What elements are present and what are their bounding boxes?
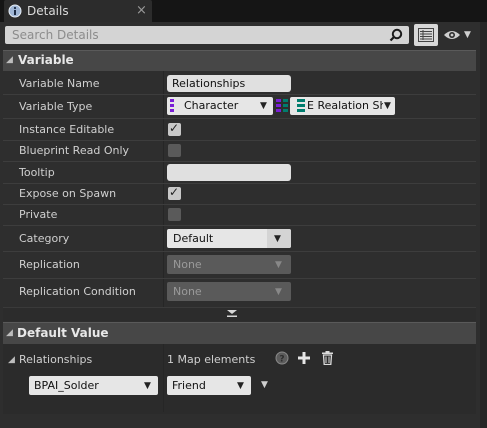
variable-name-field[interactable]: Relationships xyxy=(167,75,291,92)
instance-editable-checkbox[interactable]: ✓ xyxy=(168,121,181,136)
blueprint-read-only-checkbox[interactable] xyxy=(168,144,181,157)
scrollbar[interactable] xyxy=(480,22,487,428)
map-type-icon[interactable] xyxy=(276,98,288,114)
map-value-dropdown[interactable]: Friend ▼ xyxy=(167,376,251,395)
view-options-caret-icon[interactable]: ▼ xyxy=(464,30,471,40)
category-value: Default xyxy=(173,232,214,245)
property-matrix-button[interactable] xyxy=(414,24,438,46)
element-options-caret-icon[interactable]: ▼ xyxy=(261,380,268,390)
replication-dropdown[interactable]: None ▼ xyxy=(167,255,291,274)
add-element-icon[interactable] xyxy=(298,352,310,364)
value-type-value: E Realation Ship xyxy=(307,99,383,112)
row-separator xyxy=(3,94,476,95)
trash-icon[interactable] xyxy=(321,351,334,365)
expand-relationships-icon[interactable]: ◢ xyxy=(8,355,15,365)
svg-text:?: ? xyxy=(279,355,284,365)
collapse-default-value-icon[interactable]: ◢ xyxy=(6,328,13,338)
column-divider[interactable] xyxy=(163,344,164,412)
category-label: Category xyxy=(19,232,70,245)
advanced-expander[interactable] xyxy=(3,307,476,321)
replication-condition-dropdown[interactable]: None ▼ xyxy=(167,282,291,301)
row-separator xyxy=(3,225,476,226)
relationships-label: Relationships xyxy=(19,353,93,366)
search-placeholder: Search Details xyxy=(12,28,99,42)
row-separator xyxy=(3,161,476,162)
map-key-dropdown[interactable]: BPAI_Solder ▼ xyxy=(29,376,158,395)
value-type-dropdown[interactable]: E Realation Ship ▼ xyxy=(290,97,395,115)
blueprint-read-only-label: Blueprint Read Only xyxy=(19,144,130,157)
tab-title: Details xyxy=(27,4,69,18)
default-value-section-title: Default Value xyxy=(17,326,109,340)
row-separator xyxy=(3,278,476,279)
variable-name-label: Variable Name xyxy=(19,77,100,90)
map-elements-count: 1 Map elements xyxy=(167,353,256,366)
dropdown-arrow-icon: ▼ xyxy=(237,381,244,391)
close-tab-icon[interactable]: × xyxy=(136,3,147,18)
collapse-variable-icon[interactable]: ◢ xyxy=(6,55,13,65)
variable-name-value: Relationships xyxy=(172,77,246,90)
map-key-value: BPAI_Solder xyxy=(34,379,99,392)
variable-type-label: Variable Type xyxy=(19,100,93,113)
private-label: Private xyxy=(19,208,58,221)
expose-on-spawn-checkbox[interactable]: ✓ xyxy=(168,185,181,200)
replication-condition-value: None xyxy=(173,285,202,298)
checkmark-icon: ✓ xyxy=(169,185,180,199)
dropdown-arrow-icon: ▼ xyxy=(384,101,391,111)
row-separator xyxy=(3,140,476,141)
dropdown-arrow-icon: ▼ xyxy=(275,260,282,270)
replication-value: None xyxy=(173,258,202,271)
details-info-icon xyxy=(8,4,22,18)
replication-label: Replication xyxy=(19,258,80,271)
row-separator xyxy=(3,204,476,205)
key-type-pin-icon xyxy=(170,99,174,112)
search-icon[interactable] xyxy=(389,28,403,42)
checkmark-icon: ✓ xyxy=(169,121,180,135)
dropdown-arrow-icon: ▼ xyxy=(274,234,281,244)
tooltip-field[interactable] xyxy=(167,164,291,181)
help-icon[interactable]: ? xyxy=(275,351,289,365)
tooltip-label: Tooltip xyxy=(19,166,55,179)
map-value-value: Friend xyxy=(172,379,206,392)
private-checkbox[interactable] xyxy=(168,208,181,221)
row-separator xyxy=(3,118,476,119)
expand-advanced-icon[interactable] xyxy=(226,309,238,318)
dropdown-arrow-icon: ▼ xyxy=(144,381,151,391)
dropdown-arrow-icon: ▼ xyxy=(275,287,282,297)
view-options-eye-icon[interactable] xyxy=(443,29,461,41)
expose-on-spawn-label: Expose on Spawn xyxy=(19,187,117,200)
dropdown-arrow-icon: ▼ xyxy=(260,101,267,111)
row-separator xyxy=(3,183,476,184)
variable-section-title: Variable xyxy=(18,53,74,67)
instance-editable-label: Instance Editable xyxy=(19,123,115,136)
key-type-dropdown[interactable]: Character ▼ xyxy=(167,97,273,115)
category-arrow-box: ▼ xyxy=(267,229,291,248)
replication-condition-label: Replication Condition xyxy=(19,285,136,298)
row-separator xyxy=(3,251,476,252)
category-dropdown[interactable]: Default ▼ xyxy=(167,229,291,248)
variable-section-header[interactable] xyxy=(3,50,476,71)
key-type-value: Character xyxy=(184,99,239,112)
value-type-pin-icon xyxy=(297,99,305,112)
column-divider[interactable] xyxy=(163,71,164,307)
grid-list-icon xyxy=(418,28,434,42)
